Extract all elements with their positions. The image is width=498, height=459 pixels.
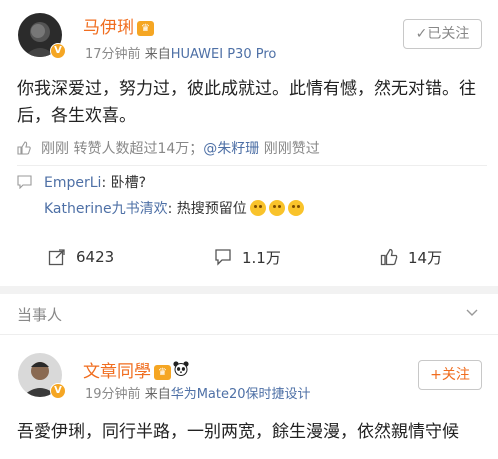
vip-crown-icon: ♛ [154,365,171,380]
source-prefix: 来自 [144,47,171,62]
comment-author[interactable]: Katherine九书清欢 [44,201,168,217]
like-button[interactable]: 14万 [380,240,442,274]
vip-crown-icon: ♛ [137,21,154,36]
post-text: 吾愛伊琍，同行半路，一别两宽，餘生漫漫，依然親情守候 [17,419,487,446]
post-text: 你我深爱过，努力过，彼此成就过。此情有憾，然无对错。往后，各生欢喜。 [17,76,487,130]
likes-suffix: 刚刚赞过 [263,141,320,157]
weibo-post-1: V 马伊琍 ♛ 17分钟前 来自HUAWEI P30 Pro ✓已关注 你我深爱过… [0,0,498,284]
check-icon: ✓ [415,26,428,42]
verified-badge-icon: V [50,43,66,59]
comment-list: EmperLi: 卧槽? Katherine九书清欢: 热搜预留位 [17,170,487,222]
emoji-icon [249,200,266,216]
comment-icon [215,249,231,266]
panda-icon [173,361,189,376]
post-source[interactable]: HUAWEI P30 Pro [171,47,277,62]
likes-mention[interactable]: @朱籽珊 [203,141,259,157]
divider [17,165,487,166]
comment-count: 1.1万 [242,248,281,267]
section-divider [0,286,498,294]
emoji-icon [287,200,304,216]
like-icon [380,248,398,266]
comment-item[interactable]: Katherine九书清欢: 热搜预留位 [17,196,487,222]
author-name[interactable]: 马伊琍 ♛ [83,13,154,38]
likes-summary: 刚刚 转赞人数超过14万；@朱籽珊 刚刚赞过 [17,138,320,158]
action-bar: 6423 1.1万 14万 [0,240,498,274]
like-count: 14万 [408,248,443,267]
section-title: 当事人 [17,306,63,324]
comment-author[interactable]: EmperLi [44,175,101,191]
comment-text: : 热搜预留位 [167,201,247,217]
section-header[interactable]: 当事人 [0,294,498,334]
author-name[interactable]: 文章同學 ♛ [83,357,189,382]
comment-text: : 卧槽? [101,175,147,191]
repost-button[interactable]: 6423 [48,240,114,274]
post-text-body: 你我深爱过，努力过，彼此成就过。此情有憾，然无对错。往后，各生欢喜。 [17,79,476,126]
comment-item[interactable]: EmperLi: 卧槽? [17,170,487,196]
comment-button[interactable]: 1.1万 [214,240,281,274]
thumb-up-icon [17,141,31,155]
chevron-down-icon[interactable] [464,304,480,320]
author-name-text[interactable]: 马伊琍 [83,18,134,38]
likes-time: 刚刚 [41,141,69,157]
author-name-text[interactable]: 文章同學 [83,362,151,382]
post-text-body: 吾愛伊琍，同行半路，一别两宽，餘生漫漫，依然親情守候 [17,422,459,442]
post-time: 17分钟前 [85,47,141,62]
comment-bubble-icon [17,175,32,189]
followed-label: 已关注 [427,26,470,42]
followed-button[interactable]: ✓已关注 [403,19,482,49]
divider [0,334,498,335]
post-meta: 17分钟前 来自HUAWEI P30 Pro [85,43,276,62]
weibo-post-2: V 文章同學 ♛ 19分钟前 来自华为Mate20保时捷设计 +关注 吾愛伊琍，同… [0,336,498,459]
repost-count: 6423 [76,248,115,266]
post-time: 19分钟前 [85,387,141,402]
repost-icon [48,249,65,266]
likes-text: 转赞人数超过14万； [73,141,204,157]
post-meta: 19分钟前 来自华为Mate20保时捷设计 [85,383,311,402]
follow-label: +关注 [430,367,470,383]
source-prefix: 来自 [144,387,171,402]
follow-button[interactable]: +关注 [418,360,482,390]
post-source[interactable]: 华为Mate20保时捷设计 [171,387,311,402]
emoji-icon [268,200,285,216]
verified-badge-icon: V [50,383,66,399]
